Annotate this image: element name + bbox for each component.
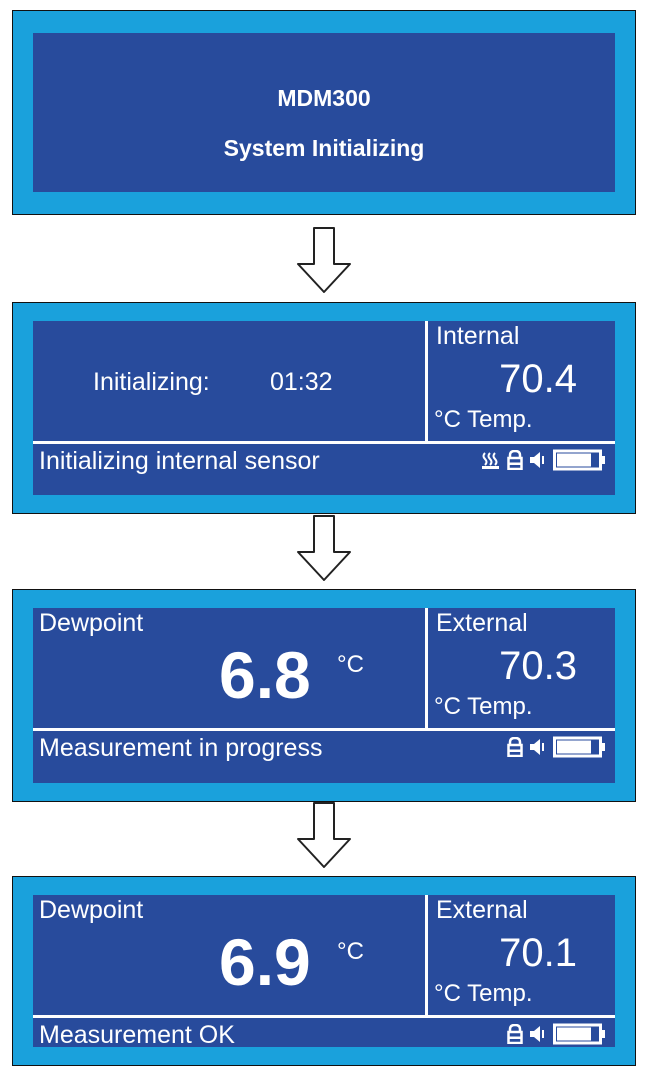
temperature-unit: °C Temp. <box>434 406 533 433</box>
status-icons <box>507 736 607 758</box>
temperature-panel: Internal 70.4 °C Temp. <box>428 321 615 439</box>
speaker-icon <box>530 452 544 468</box>
dewpoint-label: Dewpoint <box>39 609 144 637</box>
display-panel: Initializing: 01:32 Internal 70.4 °C Tem… <box>33 321 615 495</box>
down-arrow-icon <box>297 515 351 581</box>
speaker-icon <box>530 1026 544 1042</box>
status-bar: Initializing internal sensor <box>33 444 615 495</box>
initializing-countdown: 01:32 <box>270 368 333 396</box>
status-icons <box>481 449 607 471</box>
main-readout-panel: Initializing: 01:32 <box>33 321 425 439</box>
status-bar: Measurement in progress <box>33 731 615 783</box>
display-panel: MDM300 System Initializing <box>33 33 615 192</box>
down-arrow-icon <box>297 227 351 293</box>
status-icons <box>507 1023 607 1045</box>
speaker-icon <box>530 739 544 755</box>
lock-icon <box>507 737 523 757</box>
model-name: MDM300 <box>277 85 371 111</box>
screen-initializing-sensor: Initializing: 01:32 Internal 70.4 °C Tem… <box>12 302 636 514</box>
screen-measurement-ok: Dewpoint 6.9 °C External 70.1 °C Temp. M… <box>12 876 636 1066</box>
dewpoint-value: 6.9 <box>219 925 311 999</box>
initializing-label: Initializing: <box>93 368 210 396</box>
lock-icon <box>507 450 523 470</box>
screen-measurement-in-progress: Dewpoint 6.8 °C External 70.3 °C Temp. M… <box>12 589 636 802</box>
main-readout-panel: Dewpoint 6.9 °C <box>33 895 425 1013</box>
status-message: Measurement OK <box>39 1021 235 1049</box>
battery-icon <box>553 449 605 471</box>
sensor-label: External <box>436 896 528 924</box>
main-readout-panel: Dewpoint 6.8 °C <box>33 608 425 726</box>
dewpoint-label: Dewpoint <box>39 896 144 924</box>
status-message: Initializing internal sensor <box>39 447 320 475</box>
dewpoint-unit: °C <box>337 651 364 678</box>
battery-icon <box>553 736 605 758</box>
down-arrow-icon <box>297 802 351 868</box>
temperature-unit: °C Temp. <box>434 980 533 1007</box>
heater-icon <box>482 452 499 469</box>
status-bar: Measurement OK <box>33 1018 615 1049</box>
dewpoint-value: 6.8 <box>219 638 311 712</box>
temperature-panel: External 70.1 °C Temp. <box>428 895 615 1013</box>
lock-icon <box>507 1024 523 1044</box>
display-panel: Dewpoint 6.9 °C External 70.1 °C Temp. M… <box>33 895 615 1049</box>
dewpoint-unit: °C <box>337 938 364 965</box>
screen-system-initializing: MDM300 System Initializing <box>12 10 636 215</box>
sensor-label: External <box>436 609 528 637</box>
sensor-label: Internal <box>436 322 520 350</box>
display-panel: Dewpoint 6.8 °C External 70.3 °C Temp. M… <box>33 608 615 783</box>
temperature-value: 70.4 <box>499 357 577 401</box>
status-message: Measurement in progress <box>39 734 323 762</box>
temperature-value: 70.3 <box>499 644 577 688</box>
system-status: System Initializing <box>223 135 425 161</box>
temperature-value: 70.1 <box>499 931 577 975</box>
temperature-panel: External 70.3 °C Temp. <box>428 608 615 726</box>
battery-icon <box>553 1023 605 1045</box>
temperature-unit: °C Temp. <box>434 693 533 720</box>
